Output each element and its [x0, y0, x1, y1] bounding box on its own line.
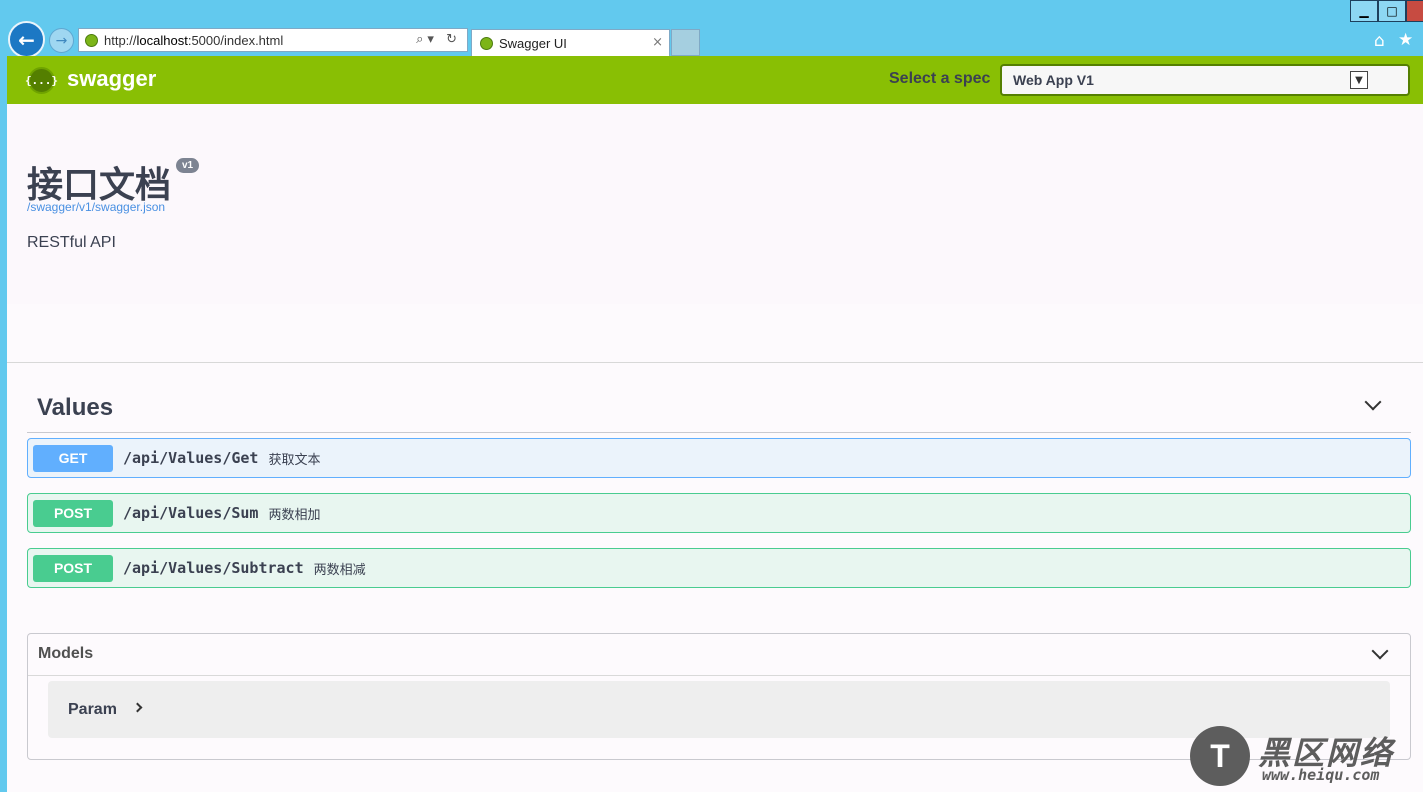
maximize-button[interactable]: □	[1378, 0, 1406, 22]
url-scheme: http://	[104, 32, 137, 48]
spec-url-link[interactable]: /swagger/v1/swagger.json	[27, 200, 165, 214]
home-icon[interactable]: ⌂	[1374, 31, 1385, 51]
operation-path: /api/Values/Get	[123, 449, 259, 467]
arrow-right-icon: →	[55, 32, 68, 49]
operation-post-subtract[interactable]: POST /api/Values/Subtract 两数相减	[27, 548, 1411, 588]
site-globe-icon	[85, 33, 98, 47]
chevron-right-icon	[132, 702, 143, 713]
watermark-logo: T	[1190, 726, 1250, 786]
spec-select-label: Select a spec	[889, 70, 991, 87]
browser-chrome: ← → http://localhost:5000/index.html ⌕▾ …	[0, 0, 1423, 58]
tab-title: Swagger UI	[499, 35, 567, 51]
operation-summary: 两数相减	[313, 561, 366, 577]
address-url: http://localhost:5000/index.html	[104, 33, 283, 48]
operation-summary: 两数相加	[268, 506, 321, 522]
method-badge: GET	[33, 444, 113, 472]
method-badge: POST	[33, 554, 113, 582]
swagger-logo-icon[interactable]: {...}	[25, 67, 58, 94]
tag-values-header[interactable]: Values	[27, 386, 1411, 433]
model-item-param[interactable]: Param	[48, 681, 1390, 738]
tag-title: Values	[37, 394, 114, 421]
operation-summary: 获取文本	[268, 451, 321, 467]
address-bar[interactable]: http://localhost:5000/index.html ⌕▾ ↻	[78, 28, 468, 52]
spec-selected-value: Web App V1	[1013, 72, 1094, 88]
close-window-button[interactable]	[1406, 0, 1423, 22]
operation-path: /api/Values/Sum	[123, 504, 259, 522]
back-button[interactable]: ←	[8, 21, 45, 58]
tab-favicon-icon	[480, 36, 493, 50]
operation-post-sum[interactable]: POST /api/Values/Sum 两数相加	[27, 493, 1411, 533]
models-divider	[28, 675, 1410, 676]
method-badge: POST	[33, 499, 113, 527]
chevron-down-icon: ▼	[1350, 71, 1368, 89]
arrow-left-icon: ←	[18, 27, 35, 52]
swagger-page: {...} swagger Select a spec Web App V1 ▼…	[7, 56, 1423, 792]
version-badge: v1	[176, 158, 200, 173]
browser-window: ← → http://localhost:5000/index.html ⌕▾ …	[0, 0, 1423, 792]
operation-get-values[interactable]: GET /api/Values/Get 获取文本	[27, 438, 1411, 478]
model-name: Param	[68, 701, 117, 718]
url-host: localhost	[136, 32, 188, 48]
models-title[interactable]: Models	[38, 645, 93, 663]
watermark-url: www.heiqu.com	[1262, 766, 1380, 784]
operation-path: /api/Values/Subtract	[123, 559, 304, 577]
chevron-down-icon[interactable]	[1371, 642, 1389, 660]
api-info: 接口文档 v1 /swagger/v1/swagger.json RESTful…	[7, 104, 1423, 304]
new-tab-button[interactable]	[671, 29, 700, 56]
swagger-logo-text[interactable]: swagger	[67, 66, 156, 92]
search-refresh-icons[interactable]: ⌕▾ ↻	[416, 32, 461, 47]
url-path: :5000/index.html	[187, 32, 284, 48]
tab-swagger-ui[interactable]: Swagger UI ×	[471, 29, 670, 56]
favorites-star-icon[interactable]: ★	[1398, 30, 1413, 50]
swagger-topbar: {...} swagger Select a spec Web App V1 ▼	[7, 56, 1423, 104]
forward-button[interactable]: →	[49, 28, 74, 53]
close-tab-icon[interactable]: ×	[652, 35, 663, 50]
api-description: RESTful API	[27, 234, 116, 251]
site-watermark: T 黑区网络 www.heiqu.com	[1190, 726, 1423, 792]
chevron-down-icon	[1364, 393, 1382, 411]
minimize-button[interactable]: ▁	[1350, 0, 1378, 22]
section-divider	[7, 362, 1423, 363]
spec-select[interactable]: Web App V1 ▼	[1000, 64, 1410, 96]
